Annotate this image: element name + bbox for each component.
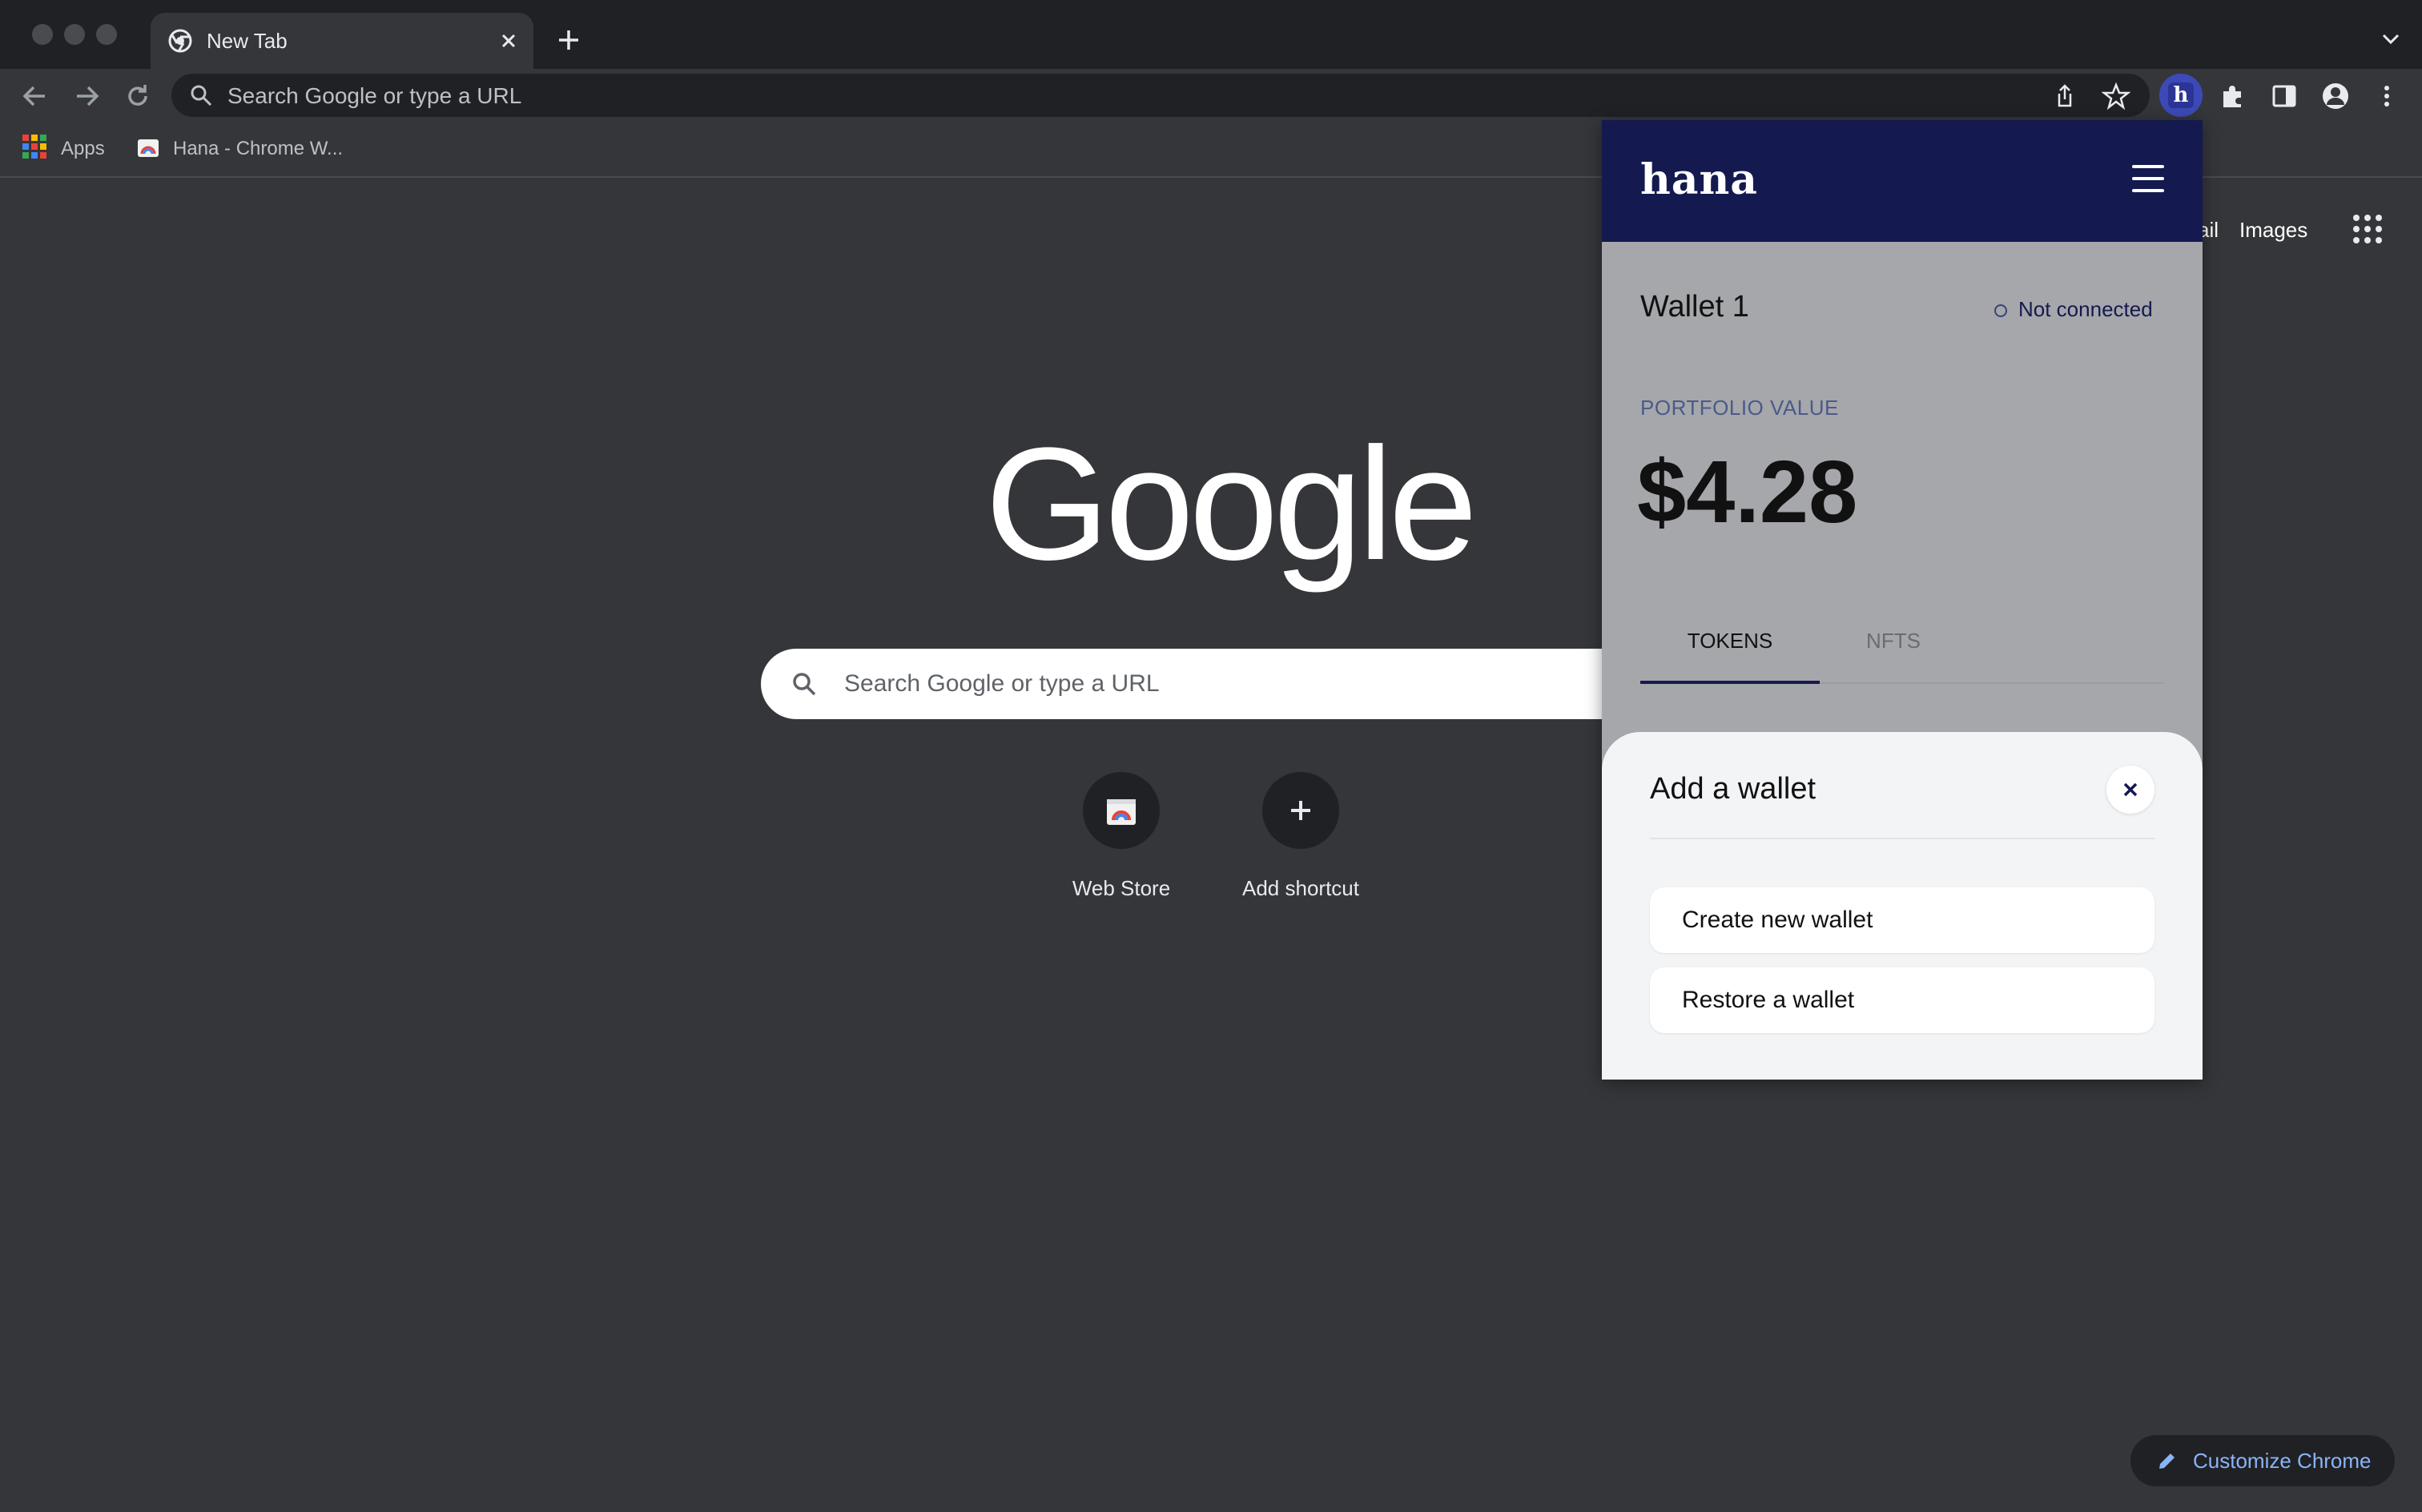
tab-title: New Tab xyxy=(207,29,288,53)
close-window-button[interactable] xyxy=(32,24,53,45)
bookmark-hana-chrome-web-store[interactable]: Hana - Chrome W... xyxy=(173,133,343,165)
plus-icon xyxy=(1291,801,1310,820)
toolbar: Search Google or type a URL h xyxy=(0,69,2422,122)
sheet-title: Add a wallet xyxy=(1650,772,1816,806)
popup-header: hana xyxy=(1602,120,2203,242)
connection-status-label: Not connected xyxy=(2018,297,2153,321)
asset-tabs: TOKENS NFTS xyxy=(1640,617,2164,684)
restore-wallet-button[interactable]: Restore a wallet xyxy=(1650,967,2154,1033)
wallet-name[interactable]: Wallet 1 xyxy=(1640,288,1749,325)
forward-arrow-icon[interactable] xyxy=(70,80,103,112)
tab-tokens[interactable]: TOKENS xyxy=(1640,617,1820,684)
address-bar-placeholder: Search Google or type a URL xyxy=(227,83,522,108)
ntp-search-placeholder: Search Google or type a URL xyxy=(844,670,1160,697)
web-store-icon xyxy=(1107,799,1136,825)
back-arrow-icon[interactable] xyxy=(19,80,51,112)
tab-nfts[interactable]: NFTS xyxy=(1820,617,1967,684)
zoom-window-button[interactable] xyxy=(96,24,117,45)
shortcut-icon-circle xyxy=(1262,772,1339,849)
hana-bookmark-favicon-icon xyxy=(138,139,159,157)
new-tab-plus-icon[interactable] xyxy=(553,24,585,56)
create-new-wallet-button[interactable]: Create new wallet xyxy=(1650,887,2154,953)
search-icon xyxy=(793,673,816,696)
more-menu-icon[interactable] xyxy=(2371,80,2403,112)
google-apps-icon[interactable] xyxy=(2353,215,2382,243)
ntp-search-box[interactable]: Search Google or type a URL xyxy=(761,649,1661,719)
shortcut-icon-circle xyxy=(1083,772,1160,849)
bookmark-star-icon[interactable] xyxy=(2102,82,2130,111)
hana-wallet-popup: hana Wallet 1 Not connected PORTFOLIO VA… xyxy=(1602,120,2203,1080)
side-panel-icon[interactable] xyxy=(2268,80,2300,112)
bookmark-apps[interactable]: Apps xyxy=(61,133,105,165)
pencil-icon xyxy=(2159,1454,2175,1469)
hamburger-menu-icon[interactable] xyxy=(2132,165,2164,192)
button-label: Create new wallet xyxy=(1682,907,1873,933)
shortcut-label: Add shortcut xyxy=(1242,876,1359,900)
shortcut-web-store[interactable]: Web Store xyxy=(1033,772,1209,908)
tab-strip: New Tab xyxy=(0,0,2422,69)
portfolio-value-label: PORTFOLIO VALUE xyxy=(1640,396,1839,420)
status-dot-icon xyxy=(1994,304,2007,317)
shortcut-add[interactable]: Add shortcut xyxy=(1213,772,1389,908)
hana-extension-button[interactable]: h xyxy=(2159,74,2203,117)
add-wallet-sheet: Add a wallet Create new wallet Restore a… xyxy=(1602,732,2203,1080)
portfolio-value: $4.28 xyxy=(1637,443,1858,541)
customize-chrome-label: Customize Chrome xyxy=(2193,1449,2372,1473)
hana-extension-icon: h xyxy=(2168,82,2194,108)
apps-grid-icon xyxy=(22,135,46,159)
tab-search-chevron-icon[interactable] xyxy=(2377,26,2404,53)
close-icon xyxy=(2123,782,2138,797)
divider xyxy=(1650,838,2154,839)
images-link[interactable]: Images xyxy=(2239,216,2307,243)
close-sheet-button[interactable] xyxy=(2106,766,2154,814)
button-label: Restore a wallet xyxy=(1682,987,1855,1013)
hana-logo: hana xyxy=(1640,155,1758,204)
shortcut-label: Web Store xyxy=(1072,876,1171,900)
search-icon xyxy=(191,85,212,107)
close-tab-icon[interactable] xyxy=(495,27,522,54)
share-icon[interactable] xyxy=(2050,82,2079,111)
address-bar[interactable]: Search Google or type a URL xyxy=(171,74,2150,117)
google-logo: Google xyxy=(985,415,1478,593)
tab-new-tab[interactable]: New Tab xyxy=(151,13,533,69)
extensions-puzzle-icon[interactable] xyxy=(2217,80,2249,112)
connection-status: Not connected xyxy=(1994,295,2164,324)
reload-icon[interactable] xyxy=(122,80,154,112)
chrome-icon xyxy=(168,29,192,53)
customize-chrome-button[interactable]: Customize Chrome xyxy=(2130,1435,2395,1486)
minimize-window-button[interactable] xyxy=(64,24,85,45)
profile-avatar-icon[interactable] xyxy=(2319,80,2352,112)
